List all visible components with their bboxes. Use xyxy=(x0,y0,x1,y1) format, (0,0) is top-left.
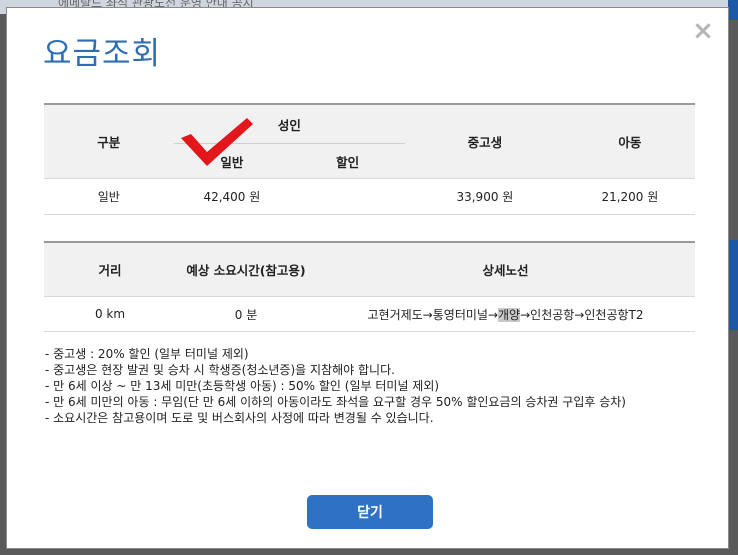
table-row: 0 km 0 분 고현거제도→통영터미널→개양→인천공항→인천공항T2 xyxy=(44,296,695,332)
note-item: - 만 6세 미만의 아동 : 무임(단 만 6세 이하의 아동이라도 좌석을 … xyxy=(45,395,626,409)
route-before: 고현거제도→통영터미널→ xyxy=(367,307,498,322)
checkmark-icon xyxy=(181,118,253,166)
col-child: 아동 xyxy=(564,104,695,179)
route-detail: 고현거제도→통영터미널→개양→인천공항→인천공항T2 xyxy=(316,296,695,332)
table-row: 일반 42,400 원 33,900 원 21,200 원 xyxy=(44,178,695,215)
note-item: - 중고생 : 20% 할인 (일부 터미널 제외) xyxy=(45,347,249,361)
fare-modal: 요금조회 × 구분 성인 중고생 아동 일반 할인 일반 42,400 원 33… xyxy=(6,7,729,549)
route-table: 거리 예상 소요시간(참고용) 상세노선 0 km 0 분 고현거제도→통영터미… xyxy=(44,241,695,332)
fare-adult-general: 42,400 원 xyxy=(173,178,291,215)
fare-youth: 33,900 원 xyxy=(405,178,565,215)
col-route: 상세노선 xyxy=(316,242,695,297)
close-button[interactable]: 닫기 xyxy=(307,495,433,529)
col-youth: 중고생 xyxy=(405,104,565,179)
note-item: - 소요시간은 참고용이며 도로 및 버스회사의 사정에 따라 변경될 수 있습… xyxy=(45,411,434,425)
notes-list: - 중고생 : 20% 할인 (일부 터미널 제외) - 중고생은 현장 발권 … xyxy=(45,346,695,426)
fare-child: 21,200 원 xyxy=(564,178,695,215)
fare-table: 구분 성인 중고생 아동 일반 할인 일반 42,400 원 33,900 원 … xyxy=(44,103,695,215)
note-item: - 중고생은 현장 발권 및 승차 시 학생증(청소년증)을 지참해야 합니다. xyxy=(45,363,395,377)
col-category: 구분 xyxy=(44,104,174,179)
close-icon[interactable]: × xyxy=(692,18,714,44)
route-highlight: 개양 xyxy=(498,307,521,322)
fare-category: 일반 xyxy=(44,178,174,215)
route-distance: 0 km xyxy=(44,296,176,332)
background-panel xyxy=(728,240,738,330)
route-time: 0 분 xyxy=(176,296,316,332)
route-after: →인천공항→인천공항T2 xyxy=(520,307,644,322)
background-panel-top xyxy=(728,0,738,20)
fare-adult-discount xyxy=(290,178,406,215)
col-distance: 거리 xyxy=(44,242,176,297)
col-time: 예상 소요시간(참고용) xyxy=(176,242,316,297)
modal-title: 요금조회 xyxy=(43,36,162,72)
note-item: - 만 6세 이상 ~ 만 13세 미만(초등학생 아동) : 50% 할인 (… xyxy=(45,379,440,393)
col-adult-discount: 할인 xyxy=(290,143,406,179)
